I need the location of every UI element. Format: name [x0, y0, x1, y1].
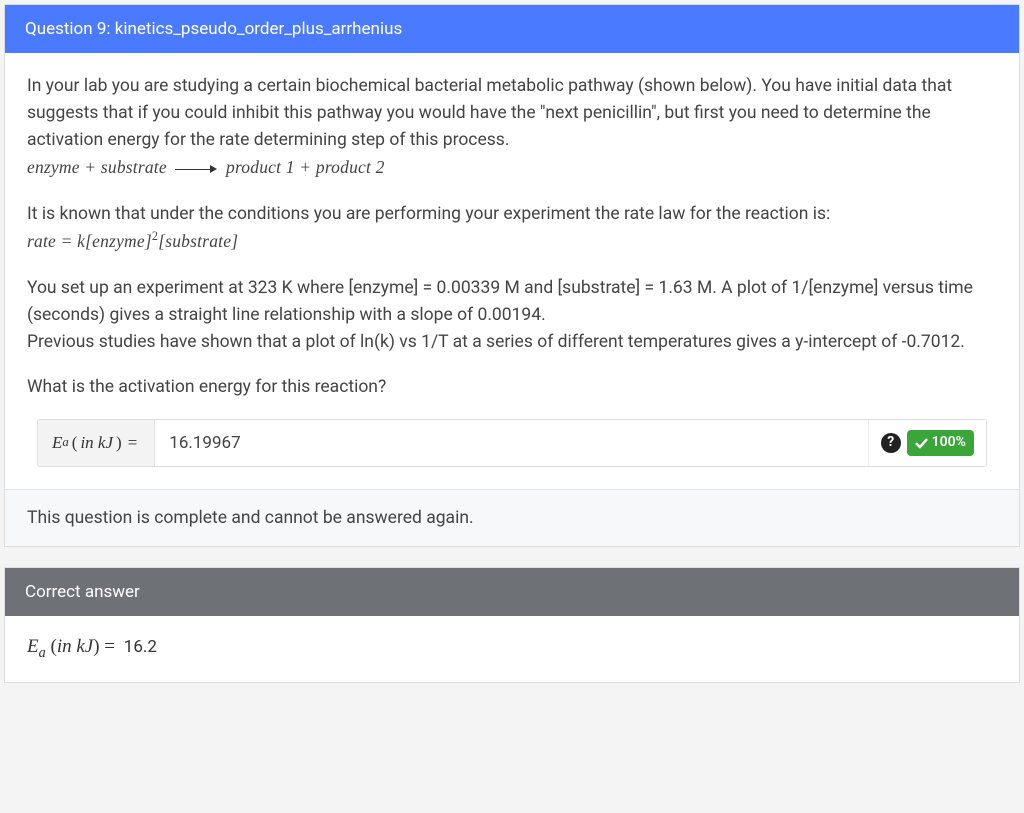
answer-status-area: ? 100%: [868, 420, 986, 466]
correct-unit: in kJ: [57, 636, 93, 657]
arrow-icon: [175, 161, 217, 179]
bracket-close: ]: [145, 231, 152, 251]
correct-value: 16.2: [124, 637, 157, 657]
rate-law-intro: It is known that under the conditions yo…: [27, 204, 830, 224]
correct-open-paren: (: [46, 636, 57, 657]
question-body: In your lab you are studying a certain b…: [5, 53, 1019, 467]
label-unit: in kJ: [80, 430, 113, 456]
rate-law-substrate: substrate: [165, 231, 231, 251]
rate-law-enzyme: enzyme: [92, 231, 145, 251]
correct-answer-header: Correct answer: [5, 568, 1019, 616]
label-open-paren: (: [72, 430, 78, 456]
correct-sub-a: a: [39, 645, 46, 661]
correct-answer-card: Correct answer Ea (in kJ) = 16.2: [4, 567, 1020, 683]
correct-E: E: [27, 636, 39, 657]
rate-law-equation: rate = k[enzyme]2[substrate]: [27, 231, 238, 251]
bracket-close-2: ]: [231, 231, 238, 251]
intro-text: In your lab you are studying a certain b…: [27, 76, 952, 150]
label-equals: =: [128, 430, 138, 456]
question-card: Question 9: kinetics_pseudo_order_plus_a…: [4, 4, 1020, 547]
completion-note: This question is complete and cannot be …: [5, 489, 1019, 546]
correct-equals: =: [100, 636, 120, 657]
label-sub-a: a: [62, 433, 68, 453]
reaction-equation: enzyme + substrate product 1 + product 2: [27, 157, 385, 177]
rate-law-block: It is known that under the conditions yo…: [27, 201, 997, 257]
experiment-block: You set up an experiment at 323 K where …: [27, 275, 997, 356]
question-intro: In your lab you are studying a certain b…: [27, 73, 997, 183]
label-E: E: [52, 430, 62, 456]
check-icon: [915, 437, 928, 450]
answer-variable-label: Ea (in kJ) =: [38, 420, 155, 466]
experiment-text-2: Previous studies have shown that a plot …: [27, 332, 965, 352]
score-badge: 100%: [907, 430, 974, 456]
help-icon[interactable]: ?: [881, 433, 901, 453]
label-close-paren: ): [116, 430, 122, 456]
correct-answer-body: Ea (in kJ) = 16.2: [5, 616, 1019, 682]
answer-value-field[interactable]: 16.19967: [155, 420, 867, 466]
question-prompt: What is the activation energy for this r…: [27, 374, 997, 401]
experiment-text-1: You set up an experiment at 323 K where …: [27, 278, 973, 325]
score-text: 100%: [932, 432, 966, 454]
reaction-rhs: product 1 + product 2: [226, 157, 385, 177]
rate-law-prefix: rate = k: [27, 231, 85, 251]
answer-input-row: Ea (in kJ) = 16.19967 ? 100%: [37, 419, 987, 467]
reaction-lhs: enzyme + substrate: [27, 157, 167, 177]
question-header: Question 9: kinetics_pseudo_order_plus_a…: [5, 5, 1019, 53]
